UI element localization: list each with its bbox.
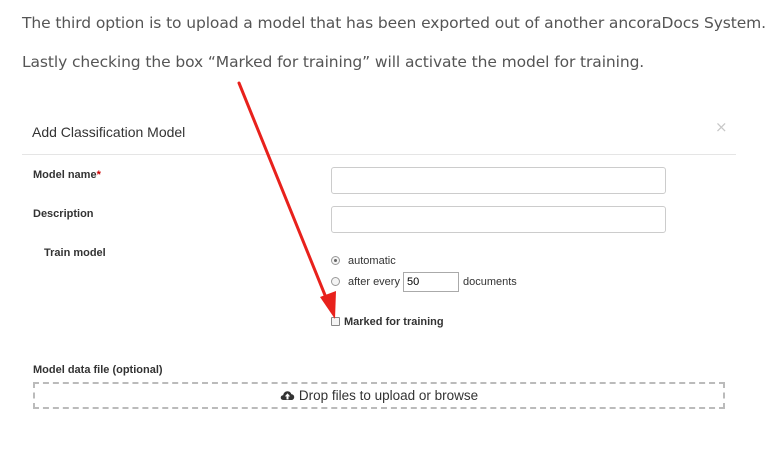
- annotation-arrow: [237, 81, 336, 319]
